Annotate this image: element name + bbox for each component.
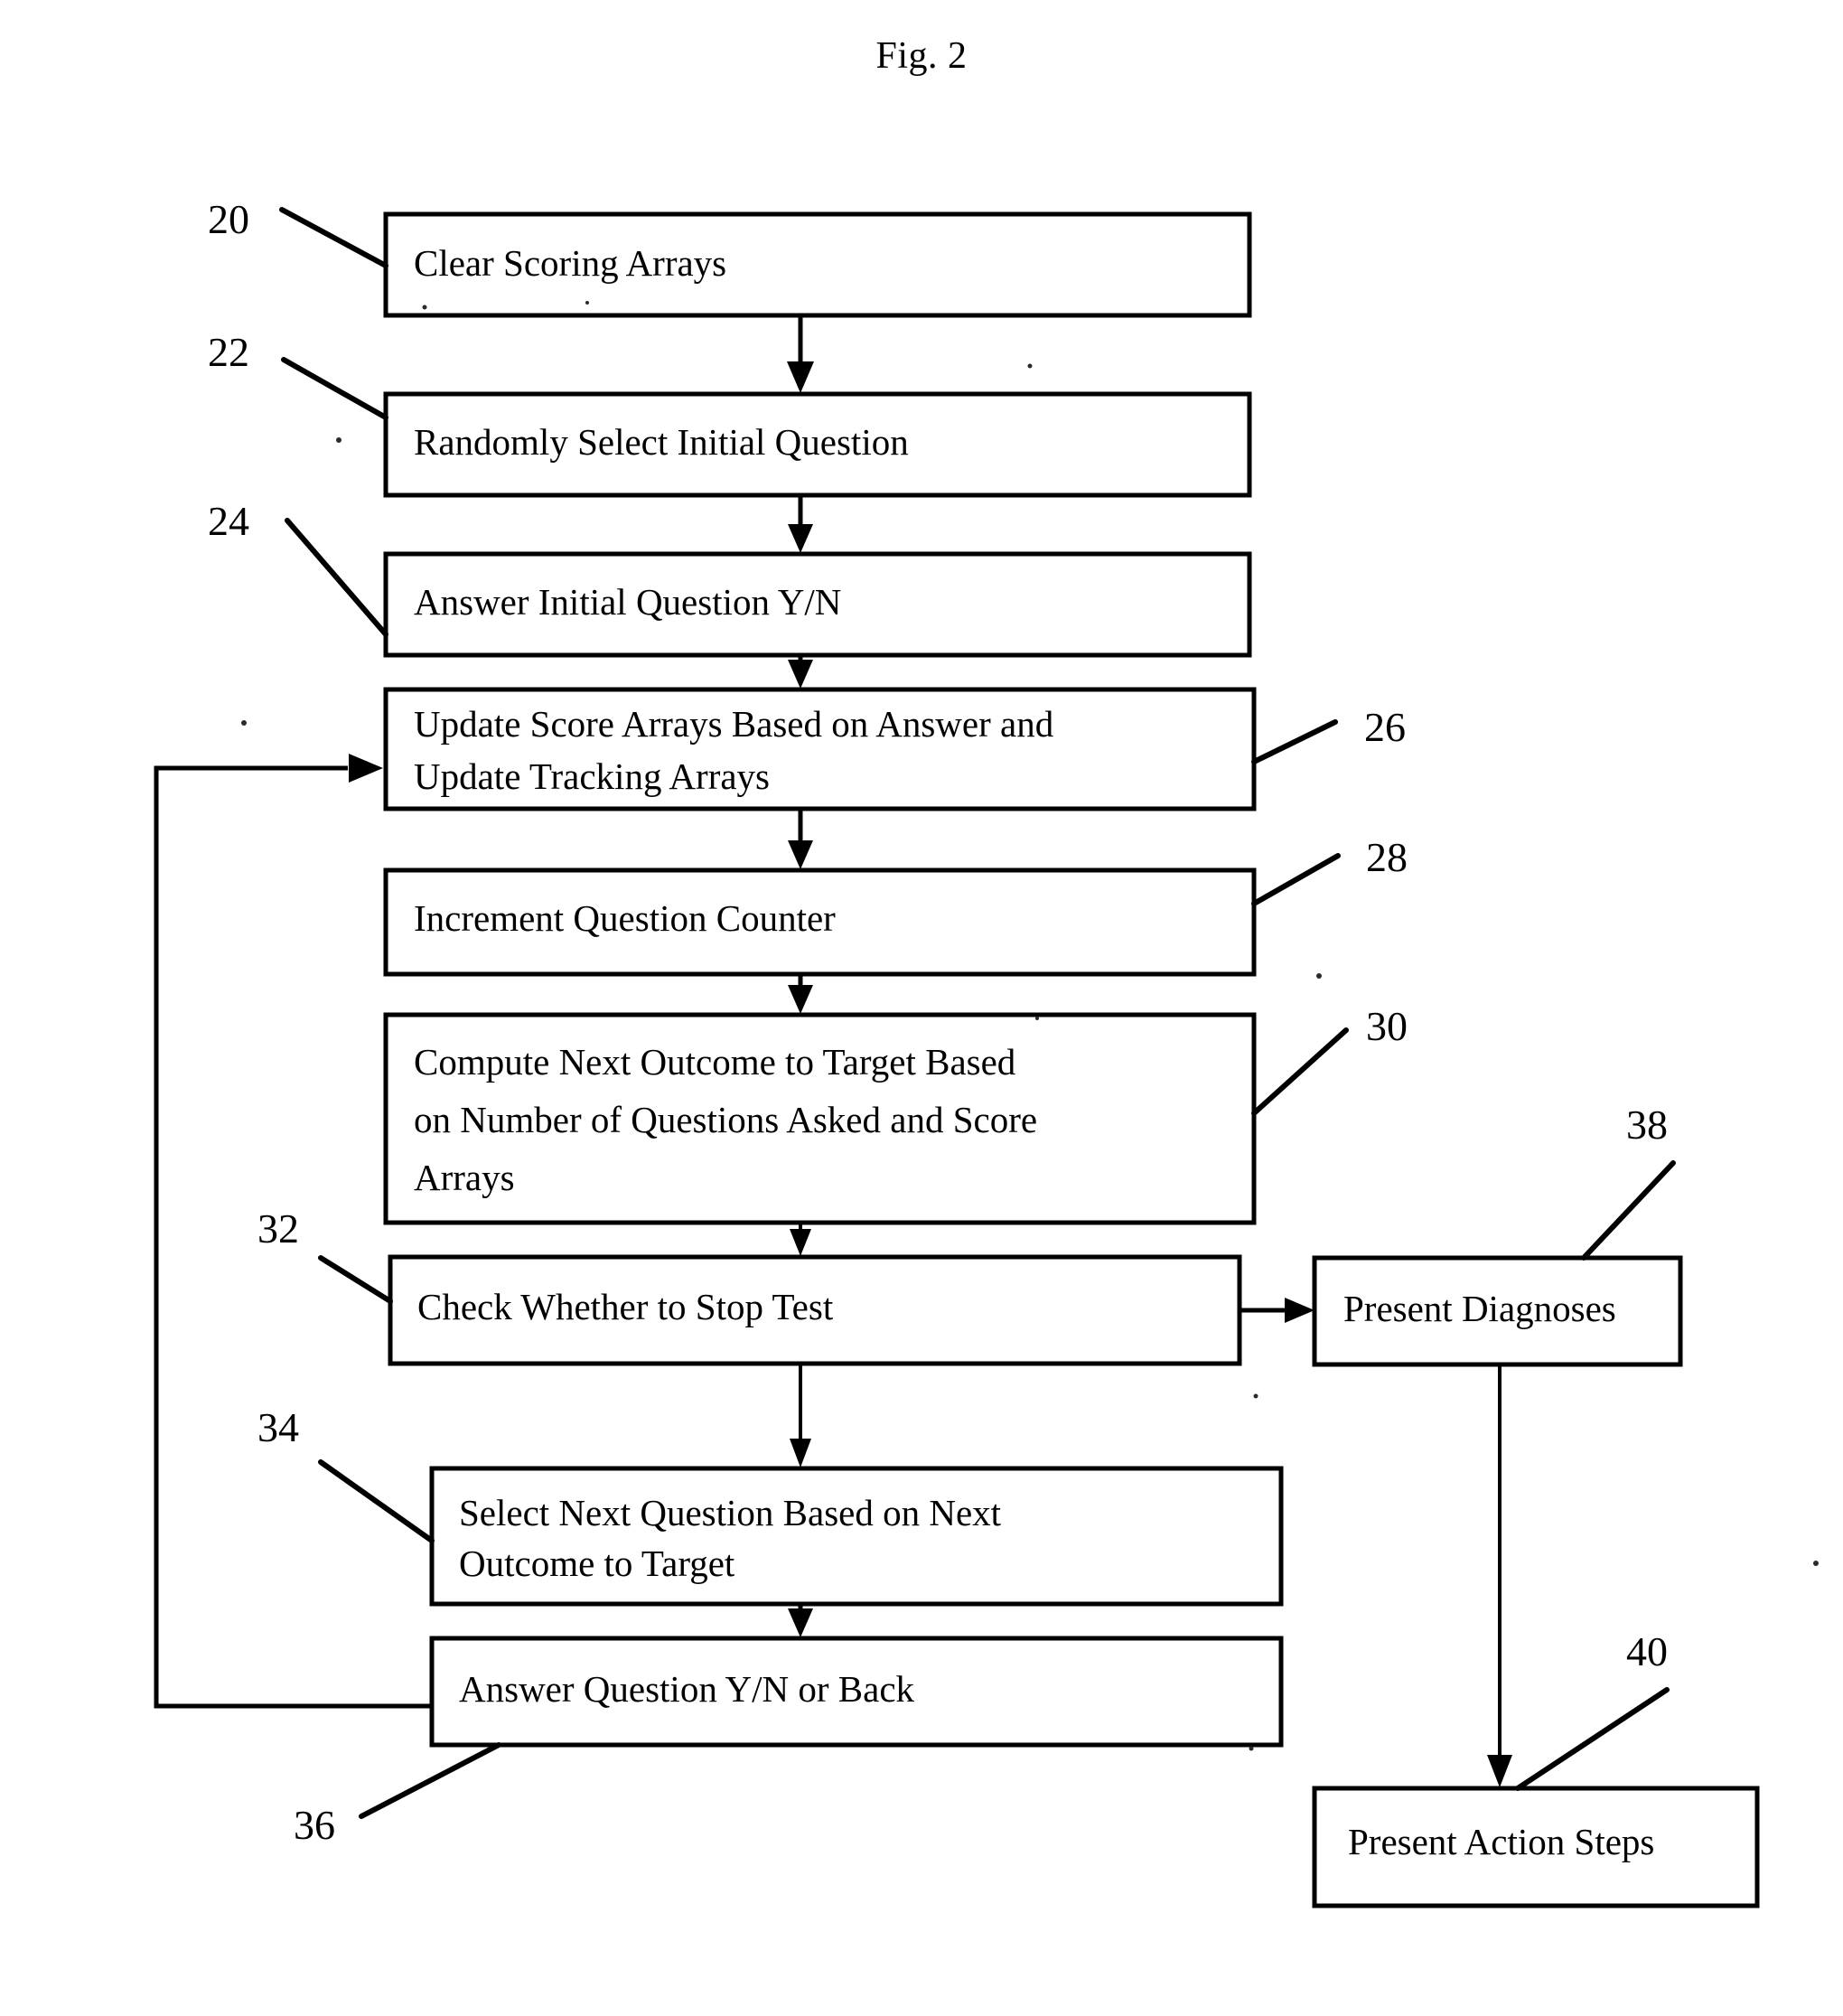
connector-28-to-30 xyxy=(788,974,813,1014)
node-30[interactable]: Compute Next Outcome to Target Based on … xyxy=(383,1012,1257,1225)
node-34[interactable]: Select Next Question Based on Next Outco… xyxy=(429,1466,1284,1607)
node-40-label: Present Action Steps xyxy=(1348,1821,1654,1862)
leader-line-22 xyxy=(281,357,388,420)
flowchart-diagram: Fig. 2 Clear Scoring Arrays 20 Randomly … xyxy=(154,35,1819,1908)
ref-numeral-34: 34 xyxy=(257,1404,299,1450)
leader-line-40 xyxy=(1515,1687,1670,1791)
node-28-label: Increment Question Counter xyxy=(414,897,836,939)
node-30-label-line-3: Arrays xyxy=(414,1157,515,1198)
node-30-label-line-1: Compute Next Outcome to Target Based xyxy=(414,1041,1015,1083)
node-30-label-line-2: on Number of Questions Asked and Score xyxy=(414,1099,1037,1140)
node-20[interactable]: Clear Scoring Arrays xyxy=(383,211,1252,318)
node-22[interactable]: Randomly Select Initial Question xyxy=(383,391,1252,498)
leader-line-34 xyxy=(318,1459,435,1543)
connector-20-to-22 xyxy=(787,315,814,393)
leader-line-28 xyxy=(1251,853,1341,906)
node-26[interactable]: Update Score Arrays Based on Answer and … xyxy=(383,687,1257,811)
node-36[interactable]: Answer Question Y/N or Back xyxy=(429,1636,1284,1748)
ref-numeral-32: 32 xyxy=(257,1205,299,1252)
figure-title: Fig. 2 xyxy=(875,35,967,77)
node-22-label: Randomly Select Initial Question xyxy=(414,421,909,463)
connector-32-to-38 xyxy=(1240,1298,1314,1323)
leader-line-26 xyxy=(1251,719,1338,764)
leader-line-36 xyxy=(359,1742,501,1819)
ref-numeral-36: 36 xyxy=(294,1802,335,1848)
ref-numeral-20: 20 xyxy=(208,196,249,242)
node-38[interactable]: Present Diagnoses xyxy=(1312,1255,1683,1367)
node-34-label-line-2: Outcome to Target xyxy=(459,1542,735,1584)
ref-numeral-30: 30 xyxy=(1366,1003,1408,1049)
leader-line-38 xyxy=(1581,1160,1676,1261)
ref-numeral-22: 22 xyxy=(208,329,249,375)
node-26-label-line-1: Update Score Arrays Based on Answer and xyxy=(414,703,1053,745)
node-32-label: Check Whether to Stop Test xyxy=(417,1286,834,1327)
leader-line-32 xyxy=(318,1255,393,1304)
node-40[interactable]: Present Action Steps xyxy=(1312,1786,1760,1908)
node-26-label-line-2: Update Tracking Arrays xyxy=(414,755,770,797)
connector-30-to-32 xyxy=(790,1223,811,1256)
node-36-label: Answer Question Y/N or Back xyxy=(459,1668,915,1710)
node-32[interactable]: Check Whether to Stop Test xyxy=(388,1254,1242,1366)
connector-26-to-28 xyxy=(788,809,813,869)
connector-24-to-26 xyxy=(788,655,813,689)
leader-line-24 xyxy=(285,518,388,637)
node-28[interactable]: Increment Question Counter xyxy=(383,867,1257,977)
node-24-label: Answer Initial Question Y/N xyxy=(414,581,841,623)
leader-line-20 xyxy=(279,207,388,268)
connector-22-to-24 xyxy=(788,495,813,553)
node-20-label: Clear Scoring Arrays xyxy=(414,242,726,284)
ref-numeral-40: 40 xyxy=(1626,1628,1668,1674)
ref-numeral-38: 38 xyxy=(1626,1102,1668,1148)
ref-numeral-24: 24 xyxy=(208,498,249,544)
ref-numeral-28: 28 xyxy=(1366,834,1408,880)
node-24[interactable]: Answer Initial Question Y/N xyxy=(383,551,1252,658)
leader-line-30 xyxy=(1251,1027,1349,1116)
node-38-label: Present Diagnoses xyxy=(1343,1288,1616,1329)
connector-34-to-36 xyxy=(788,1604,813,1637)
connector-32-to-34 xyxy=(790,1364,811,1467)
figure-canvas: Fig. 2 Clear Scoring Arrays 20 Randomly … xyxy=(0,0,1843,2016)
node-34-label-line-1: Select Next Question Based on Next xyxy=(459,1492,1002,1533)
connector-38-to-40 xyxy=(1487,1364,1512,1787)
ref-numeral-26: 26 xyxy=(1364,704,1406,750)
